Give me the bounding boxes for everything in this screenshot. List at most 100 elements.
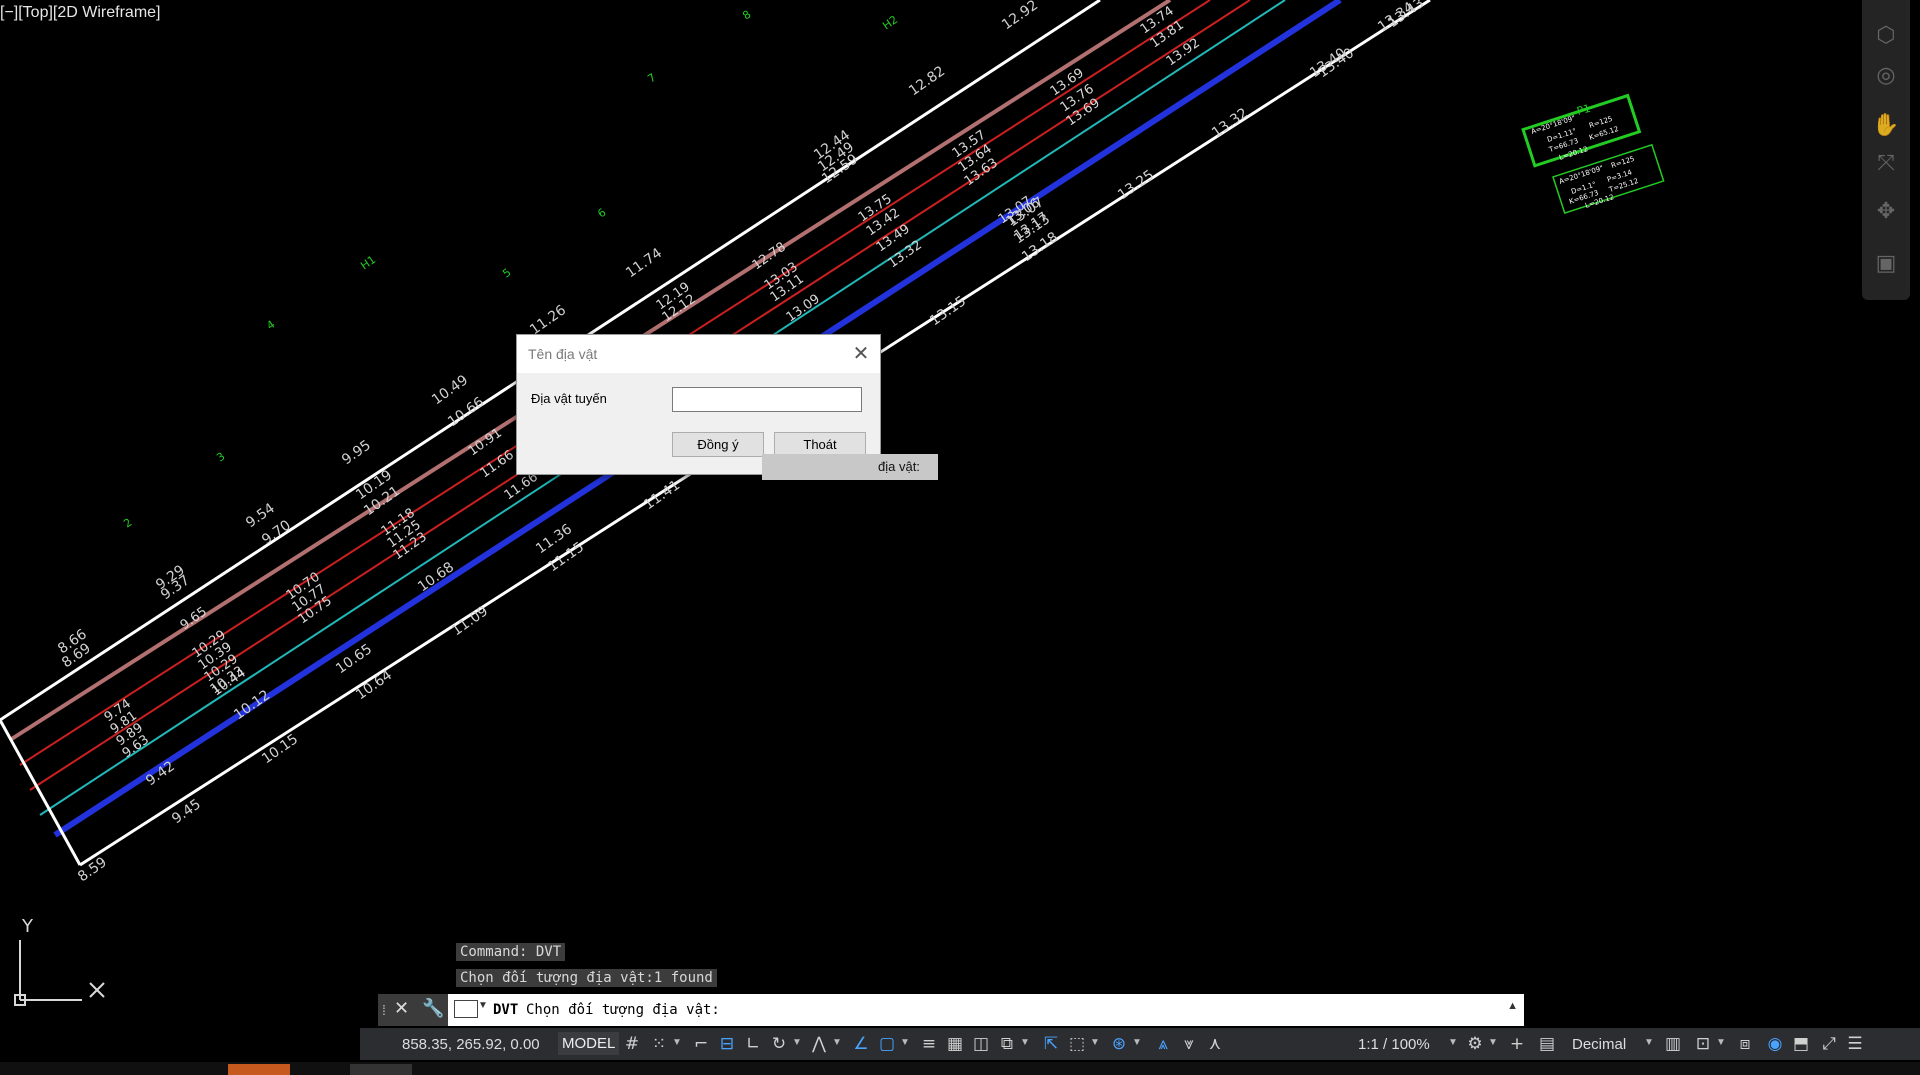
selection-cycling-icon[interactable]: ◫: [970, 1033, 992, 1055]
chevron-down-icon[interactable]: ▼: [672, 1037, 682, 1048]
snap-icon[interactable]: ⁙: [648, 1033, 670, 1055]
ok-button[interactable]: Đồng ý: [672, 432, 764, 457]
elevation-label: 11.41: [641, 477, 683, 513]
dialog-title-bar[interactable]: Tên địa vật ✕: [517, 335, 880, 373]
chevron-down-icon[interactable]: ▼: [1132, 1037, 1142, 1048]
annotation-scale-icon[interactable]: ⋏: [1204, 1033, 1226, 1055]
chevron-down-icon[interactable]: ▼: [1716, 1037, 1726, 1048]
elevation-label: 13.15: [927, 293, 969, 329]
elevation-label: 9.65: [178, 604, 210, 633]
orbit-icon[interactable]: ✥: [1872, 198, 1900, 226]
steering-wheel-icon[interactable]: ◎: [1872, 62, 1900, 90]
pan-hand-icon[interactable]: ✋: [1872, 112, 1900, 140]
taskbar-app-icon[interactable]: [228, 1064, 290, 1075]
isolate-objects-icon[interactable]: ⧈: [1734, 1033, 1756, 1055]
elevation-label: 9.95: [339, 437, 374, 468]
customize-wrench-icon[interactable]: 🔧: [422, 998, 444, 1019]
chevron-down-icon[interactable]: ▼: [1090, 1037, 1100, 1048]
command-line-controls: ⁞ ✕ 🔧: [378, 994, 448, 1026]
lineweight-icon[interactable]: ≡: [918, 1033, 940, 1055]
coordinate-readout[interactable]: 858.35, 265.92, 0.00: [402, 1036, 540, 1053]
ucs-icon: [14, 940, 105, 1006]
station-label: 3: [214, 450, 227, 465]
grid-icon[interactable]: #: [621, 1033, 643, 1055]
taskbar: [0, 1062, 1920, 1075]
annotation-monitor-icon[interactable]: +: [1506, 1033, 1528, 1055]
transparency-icon[interactable]: ▦: [944, 1033, 966, 1055]
recent-commands-icon[interactable]: [454, 1000, 478, 1018]
station-label: 6: [595, 206, 608, 221]
customization-menu-icon[interactable]: ☰: [1844, 1033, 1866, 1055]
object-snap-icon[interactable]: ▢: [876, 1033, 898, 1055]
elevation-label: 10.12: [231, 687, 273, 723]
elevation-label: 11.09: [449, 603, 491, 639]
station-label: 5: [500, 266, 513, 281]
feature-name-input[interactable]: [672, 387, 862, 412]
tooltip-text: địa vật:: [878, 459, 920, 474]
close-icon[interactable]: ✕: [394, 998, 409, 1019]
dialog-title: Tên địa vật: [528, 346, 598, 362]
annotation-scale-value[interactable]: 1:1 / 100%: [1358, 1036, 1430, 1053]
active-command: DVT: [493, 1002, 519, 1018]
units-icon: ▤: [1538, 1034, 1556, 1054]
boundary-line-end: [0, 719, 82, 866]
command-line[interactable]: ⁞ ✕ 🔧 ▼ DVT Chọn đối tượng địa vật: ▲: [378, 994, 1524, 1026]
station-label: 8: [740, 8, 753, 23]
object-snap-tracking-icon[interactable]: ∠: [850, 1033, 872, 1055]
chevron-down-icon[interactable]: ▼: [1448, 1037, 1458, 1048]
chevron-down-icon[interactable]: ▼: [1020, 1037, 1030, 1048]
elevation-label: 11.74: [623, 245, 665, 281]
fullscreen-icon[interactable]: ⤢: [1818, 1033, 1840, 1055]
model-space-button[interactable]: MODEL: [558, 1032, 620, 1055]
elevation-label: 10.66: [445, 394, 487, 430]
polar-tracking-icon[interactable]: ↻: [768, 1033, 790, 1055]
command-history-line: Chọn đối tượng địa vật:1 found: [456, 969, 717, 987]
annotation-visibility-icon[interactable]: ⩓: [1152, 1033, 1174, 1055]
drag-handle-icon[interactable]: ⁞: [382, 1002, 386, 1018]
auto-scale-icon[interactable]: ⩔: [1178, 1033, 1200, 1055]
chevron-down-icon[interactable]: ▼: [1644, 1037, 1654, 1048]
3d-osnap-icon[interactable]: ⧉: [996, 1033, 1018, 1055]
chevron-down-icon[interactable]: ▼: [832, 1037, 842, 1048]
elevation-label: 9.42: [143, 758, 178, 789]
taskbar-app-icon[interactable]: [350, 1064, 412, 1075]
navigation-bar: ⬡ ◎ ✋ ⤧ ✥ ▣: [1862, 0, 1910, 300]
elevation-label: 13.32: [1209, 105, 1251, 141]
infer-constraints-icon[interactable]: ⌐: [690, 1033, 712, 1055]
showmotion-icon[interactable]: ▣: [1872, 250, 1900, 278]
ortho-icon[interactable]: ∟: [742, 1033, 764, 1055]
viewport-controls-label[interactable]: [−][Top][2D Wireframe]: [0, 4, 161, 22]
close-icon[interactable]: ✕: [848, 340, 874, 366]
hardware-acceleration-icon[interactable]: ◉: [1764, 1033, 1786, 1055]
clean-screen-icon[interactable]: ⬒: [1790, 1033, 1812, 1055]
workspace-gear-icon[interactable]: ⚙: [1464, 1033, 1486, 1055]
zoom-icon[interactable]: ⤧: [1872, 150, 1900, 178]
chevron-up-icon[interactable]: ▲: [1507, 1000, 1518, 1012]
lock-ui-icon[interactable]: ⊡: [1692, 1033, 1714, 1055]
chevron-down-icon[interactable]: ▼: [900, 1037, 910, 1048]
feature-field-label: Địa vật tuyến: [531, 391, 607, 406]
elevation-label: 10.64: [353, 667, 395, 703]
station-label: 7: [645, 71, 658, 86]
command-tooltip: địa vật:: [762, 454, 938, 480]
chevron-down-icon[interactable]: ▼: [792, 1037, 802, 1048]
isometric-icon[interactable]: ⋀: [808, 1033, 830, 1055]
drawing-canvas[interactable]: 2 3 4 5 6 7 8 H1 H2 P1 8.66 8.69 9.29 9.…: [0, 0, 1920, 1075]
quick-properties-icon[interactable]: ▥: [1662, 1033, 1684, 1055]
elevation-label: 8.59: [75, 854, 110, 885]
viewcube-icon[interactable]: ⬡: [1872, 22, 1900, 50]
elevation-label: 13.09: [784, 292, 823, 326]
chevron-down-icon[interactable]: ▼: [1488, 1037, 1498, 1048]
dynamic-input-icon[interactable]: ⊟: [716, 1033, 738, 1055]
units-value[interactable]: Decimal: [1572, 1036, 1626, 1053]
gizmo-icon[interactable]: ⊛: [1108, 1033, 1130, 1055]
elevation-label: 9.45: [169, 796, 204, 827]
selection-filter-icon[interactable]: ⬚: [1066, 1033, 1088, 1055]
station-label: 2: [121, 516, 134, 531]
elevation-label: 10.65: [333, 641, 375, 677]
elevation-label: 12.82: [906, 63, 948, 99]
chevron-down-icon[interactable]: ▼: [478, 1000, 488, 1011]
dynamic-ucs-icon[interactable]: ⇱: [1040, 1033, 1062, 1055]
elevation-label: 13.25: [1115, 167, 1157, 203]
command-history-line: Command: DVT: [456, 943, 566, 961]
